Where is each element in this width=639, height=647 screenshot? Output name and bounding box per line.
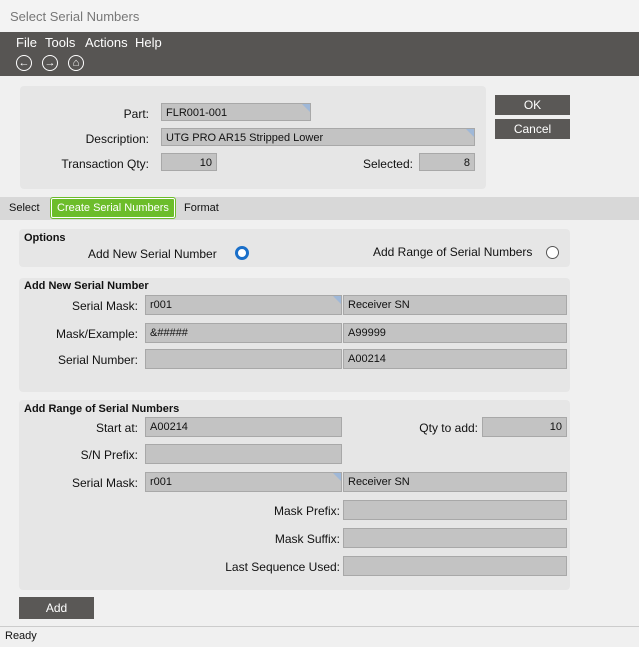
add-button[interactable]: Add (19, 597, 94, 619)
add-new-option-label: Add New Serial Number (88, 247, 217, 261)
ok-button[interactable]: OK (495, 95, 570, 115)
tab-bar: Select Create Serial Numbers Format (0, 197, 639, 220)
status-bar: Ready (0, 626, 639, 647)
qty-to-add-field[interactable]: 10 (482, 417, 567, 437)
range-serial-mask-label: Serial Mask: (71, 476, 138, 490)
qty-field[interactable]: 10 (161, 153, 217, 171)
tab-select[interactable]: Select (9, 202, 40, 214)
tab-create-serial-numbers[interactable]: Create Serial Numbers (50, 197, 176, 219)
description-field[interactable]: UTG PRO AR15 Stripped Lower (161, 128, 475, 146)
serial-mask-label: Serial Mask: (71, 299, 138, 313)
mask-prefix-label: Mask Prefix: (273, 504, 340, 518)
tab-format[interactable]: Format (184, 202, 219, 214)
qty-label: Transaction Qty: (61, 157, 149, 171)
add-range-title: Add Range of Serial Numbers (24, 403, 180, 415)
add-new-title: Add New Serial Number (24, 280, 149, 292)
mask-example-field: A99999 (343, 323, 567, 343)
menu-tools[interactable]: Tools (45, 35, 75, 50)
add-new-radio[interactable] (235, 246, 249, 260)
menu-file[interactable]: File (16, 35, 37, 50)
serial-number-value: A00214 (343, 349, 567, 369)
add-range-option-label: Add Range of Serial Numbers (373, 245, 533, 259)
selected-label: Selected: (362, 157, 413, 171)
mask-suffix-label: Mask Suffix: (274, 532, 340, 546)
description-label: Description: (85, 132, 149, 146)
options-title: Options (24, 232, 66, 244)
serial-mask-description: Receiver SN (343, 295, 567, 315)
home-icon[interactable]: ⌂ (68, 55, 84, 71)
serial-mask-field[interactable]: r001 (145, 295, 342, 315)
forward-icon[interactable]: → (42, 55, 58, 71)
range-serial-mask-field[interactable]: r001 (145, 472, 342, 492)
menu-help[interactable]: Help (135, 35, 162, 50)
last-sequence-label: Last Sequence Used: (225, 560, 340, 574)
serial-number-field[interactable] (145, 349, 342, 369)
part-field[interactable]: FLR001-001 (161, 103, 311, 121)
range-serial-mask-description: Receiver SN (343, 472, 567, 492)
mask-example-label: Mask/Example: (55, 327, 138, 341)
mask-prefix-field[interactable] (343, 500, 567, 520)
status-text: Ready (5, 630, 37, 642)
sn-prefix-field[interactable] (145, 444, 342, 464)
back-icon[interactable]: ← (16, 55, 32, 71)
start-at-field[interactable]: A00214 (145, 417, 342, 437)
add-range-radio[interactable] (546, 246, 559, 259)
title-bar: Select Serial Numbers (0, 0, 639, 33)
start-at-label: Start at: (95, 421, 138, 435)
mask-suffix-field[interactable] (343, 528, 567, 548)
menu-actions[interactable]: Actions (85, 35, 128, 50)
serial-number-label: Serial Number: (57, 353, 138, 367)
sn-prefix-label: S/N Prefix: (80, 448, 138, 462)
last-sequence-field[interactable] (343, 556, 567, 576)
mask-pattern-field: &##### (145, 323, 342, 343)
qty-to-add-label: Qty to add: (419, 421, 478, 435)
cancel-button[interactable]: Cancel (495, 119, 570, 139)
selected-field: 8 (419, 153, 475, 171)
part-label: Part: (123, 107, 149, 121)
menu-bar: File Tools Actions Help ← → ⌂ (0, 32, 639, 76)
window-title: Select Serial Numbers (10, 9, 140, 24)
